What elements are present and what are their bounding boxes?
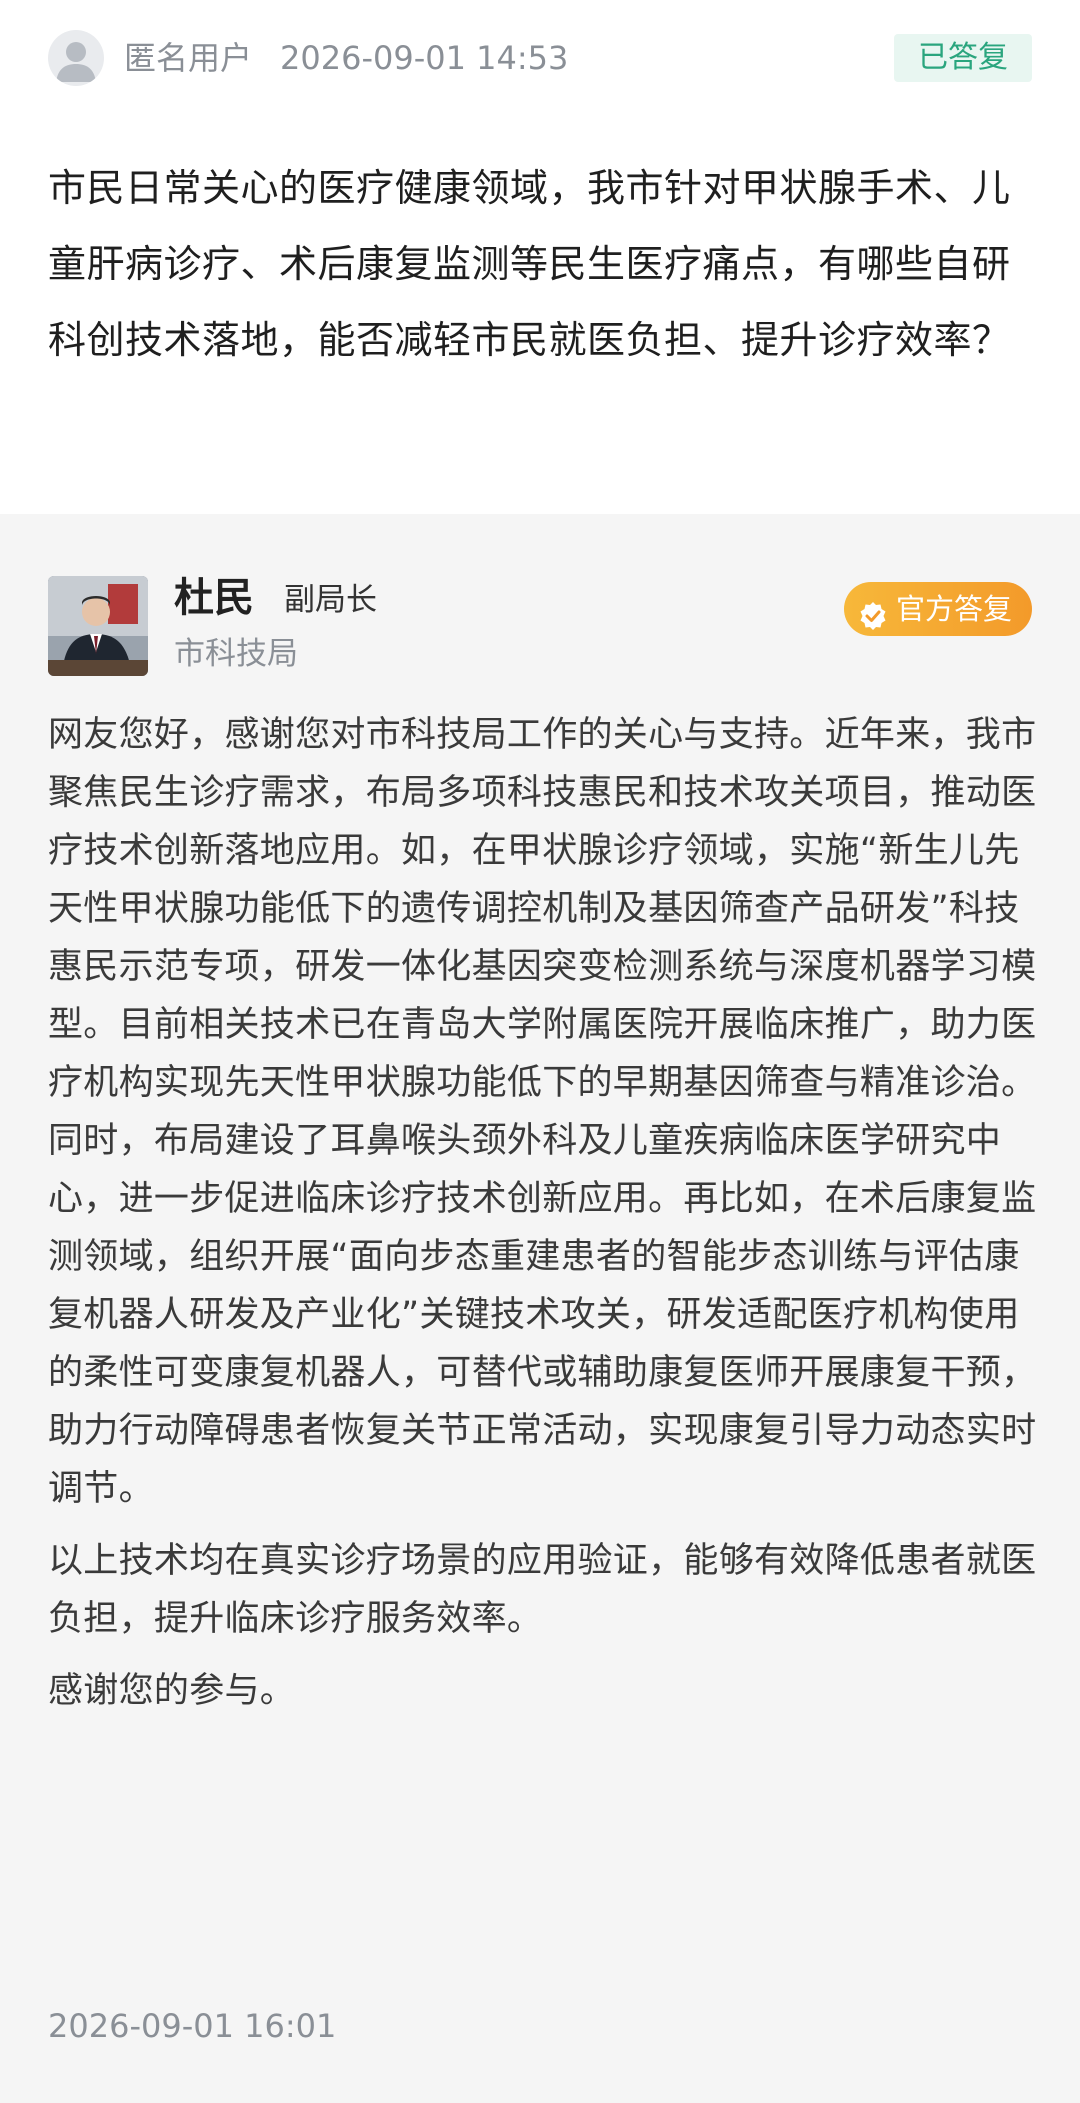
answer-paragraph: 感谢您的参与。 (48, 1671, 296, 1711)
answer-paragraph: 网友您好，感谢您对市科技局工作的关心与支持。近年来，我市聚焦民生诊疗需求，布局多… (48, 715, 1037, 1509)
official-photo (48, 576, 148, 676)
question-header: 匿名用户 2026-09-01 14:53 已答复 (48, 30, 1032, 86)
question-timestamp: 2026-09-01 14:53 (280, 39, 569, 77)
official-title: 副局长 (284, 582, 377, 618)
answer-section: 杜民 副局长 市科技局 官方答复 网友您好，感谢您对市科技局工作的关心与支持。近… (0, 514, 1080, 2103)
answer-timestamp: 2026-09-01 16:01 (48, 2007, 337, 2045)
answer-header: 杜民 副局长 市科技局 官方答复 (48, 575, 1032, 676)
answer-text: 网友您好，感谢您对市科技局工作的关心与支持。近年来，我市聚焦民生诊疗需求，布局多… (48, 706, 1040, 1734)
official-name: 杜民 (174, 575, 254, 621)
official-reply-badge: 官方答复 (843, 582, 1032, 636)
anonymous-user-avatar-icon (48, 30, 104, 86)
official-reply-label: 官方答复 (895, 592, 1012, 626)
official-department: 市科技局 (174, 636, 298, 672)
status-badge: 已答复 (894, 34, 1032, 82)
answer-paragraph: 以上技术均在真实诊疗场景的应用验证，能够有效降低患者就医负担，提升临床诊疗服务效… (48, 1541, 1037, 1639)
verified-check-icon (858, 594, 888, 630)
question-user-name: 匿名用户 (124, 39, 253, 77)
question-text: 市民日常关心的医疗健康领域，我市针对甲状腺手术、儿童肝病诊疗、术后康复监测等民生… (48, 166, 1011, 362)
